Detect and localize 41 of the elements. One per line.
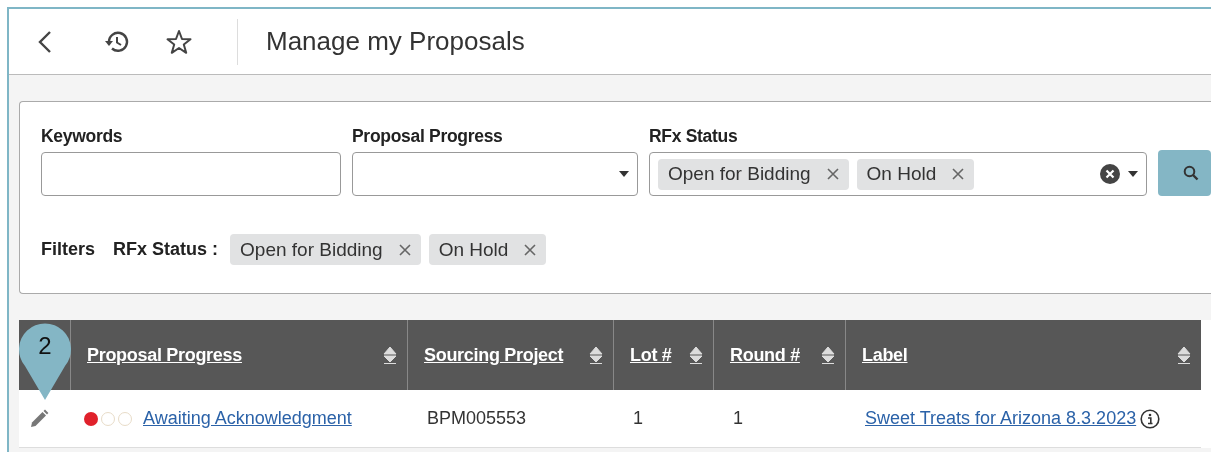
sort-icon[interactable] [589, 346, 603, 364]
search-button[interactable] [1158, 150, 1211, 196]
column-header-link[interactable]: Lot # [630, 344, 672, 366]
edit-icon[interactable] [29, 408, 49, 429]
sort-icon[interactable] [821, 346, 835, 364]
info-icon[interactable] [1140, 408, 1161, 429]
star-icon [166, 28, 192, 55]
table-cell: 1 [633, 408, 643, 429]
dropdown-icon[interactable] [1128, 171, 1138, 177]
table-cell: 1 [733, 408, 743, 429]
remove-icon[interactable] [398, 243, 411, 256]
dropdown-icon[interactable] [619, 171, 629, 177]
remove-icon[interactable] [524, 243, 537, 256]
field-label: Keywords [41, 126, 124, 147]
field-label: RFx Status [649, 126, 739, 147]
selected-tag[interactable]: Open for Bidding [658, 158, 849, 190]
dropdown-field[interactable] [352, 152, 638, 196]
clear-icon[interactable] [1100, 164, 1120, 184]
back-icon [38, 29, 52, 54]
remove-icon[interactable] [826, 168, 839, 180]
keywords-field[interactable] [41, 152, 341, 196]
filter-tag[interactable]: Open for Bidding [230, 234, 421, 265]
page-title: Manage my Proposals [266, 26, 525, 57]
column-header-link[interactable]: Sourcing Project [424, 344, 564, 366]
progress-link[interactable]: Awaiting Acknowledgment [143, 408, 352, 429]
column-header-link[interactable]: Proposal Progress [87, 344, 242, 366]
search-icon [1183, 165, 1199, 181]
column-header-link[interactable]: Label [862, 344, 908, 366]
sort-icon[interactable] [1177, 346, 1191, 364]
field-label: Proposal Progress [352, 126, 504, 147]
sort-icon[interactable] [383, 346, 397, 364]
filter-name: RFx Status : [113, 239, 219, 260]
sort-icon[interactable] [689, 346, 703, 364]
filter-tag[interactable]: On Hold [428, 234, 547, 265]
selected-tag[interactable]: On Hold [856, 158, 975, 190]
remove-icon[interactable] [952, 168, 965, 180]
table-cell: BPM005553 [427, 408, 527, 429]
filters-label: Filters [41, 239, 96, 260]
label-link[interactable]: Sweet Treats for Arizona 8.3.2023 [865, 408, 1137, 429]
column-header-link[interactable]: Round # [730, 344, 800, 366]
multiselect-field[interactable]: Open for Bidding On Hold [649, 152, 1147, 196]
